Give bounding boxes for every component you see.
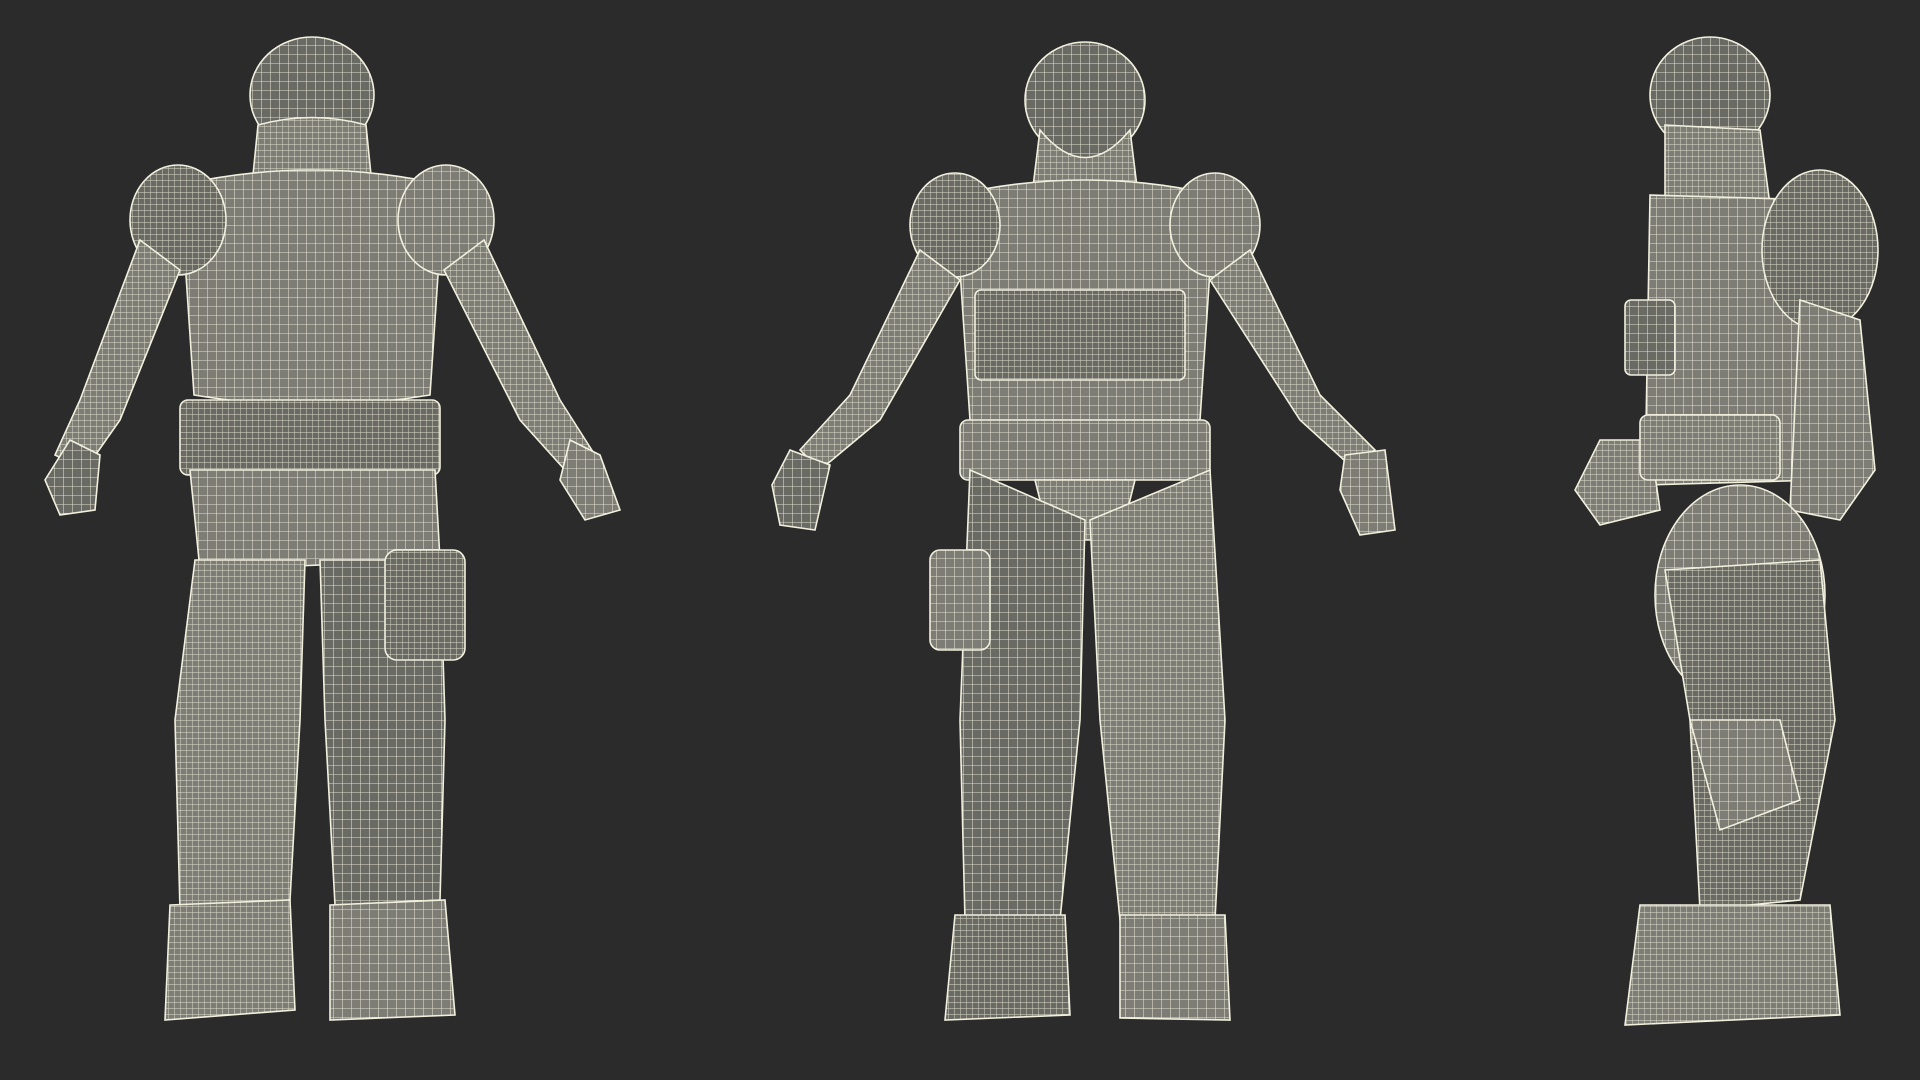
mesh-wire-overlay	[175, 560, 305, 910]
mesh-wire-overlay	[385, 550, 465, 660]
mesh-wire-overlay	[1625, 300, 1675, 375]
mesh-wire-overlay	[975, 290, 1185, 380]
wireframe-render	[0, 0, 1920, 1080]
mesh-wire-overlay	[165, 900, 295, 1020]
mesh-wire-overlay	[930, 550, 990, 650]
mesh-wire-overlay	[330, 900, 455, 1020]
mesh-wire-overlay	[960, 470, 1085, 920]
render-viewport	[0, 0, 1920, 1080]
mesh-wire-overlay	[1625, 905, 1840, 1025]
mesh-wire-overlay	[960, 420, 1210, 480]
mesh-wire-overlay	[1640, 415, 1780, 480]
mesh-wire-overlay	[1120, 915, 1230, 1020]
mesh-wire-overlay	[945, 915, 1070, 1020]
mesh-wire-overlay	[180, 400, 440, 475]
